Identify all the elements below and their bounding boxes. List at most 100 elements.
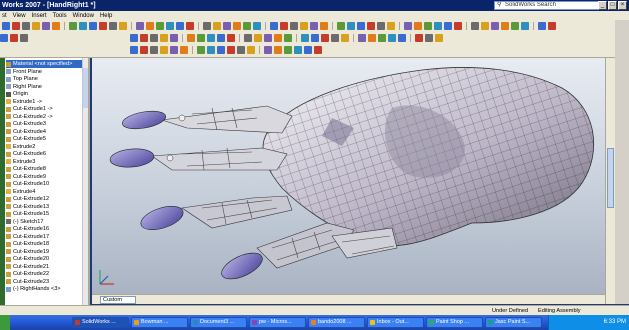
toolbar-button-icon[interactable] xyxy=(160,46,168,54)
hand-model[interactable] xyxy=(92,58,605,294)
toolbar-button-icon[interactable] xyxy=(274,34,282,42)
taskbar-button[interactable]: Jasc Paint S... xyxy=(485,317,542,328)
toolbar-button-icon[interactable] xyxy=(146,22,154,30)
toolbar-button-icon[interactable] xyxy=(223,22,231,30)
toolbar-button-icon[interactable] xyxy=(156,22,164,30)
menu-tools[interactable]: Tools xyxy=(53,12,67,20)
toolbar-button-icon[interactable] xyxy=(0,34,8,42)
toolbar-button-icon[interactable] xyxy=(150,46,158,54)
taskbar-button[interactable]: bando2008 ... xyxy=(308,317,365,328)
toolbar-button-icon[interactable] xyxy=(233,22,241,30)
toolbar-button-icon[interactable] xyxy=(280,22,288,30)
toolbar-button-icon[interactable] xyxy=(434,22,442,30)
toolbar-button-icon[interactable] xyxy=(217,34,225,42)
toolbar-button-icon[interactable] xyxy=(166,22,174,30)
menu-help[interactable]: Help xyxy=(100,12,112,20)
toolbar-button-icon[interactable] xyxy=(207,34,215,42)
toolbar-button-icon[interactable] xyxy=(377,22,385,30)
tree-item[interactable]: (-) RightHands <3> xyxy=(6,285,82,293)
toolbar-button-icon[interactable] xyxy=(130,34,138,42)
menu-edit[interactable]: st xyxy=(2,12,7,20)
toolbar-button-icon[interactable] xyxy=(42,22,50,30)
tree-scroll-thumb[interactable] xyxy=(83,68,88,108)
toolbar-button-icon[interactable] xyxy=(187,34,195,42)
toolbar-button-icon[interactable] xyxy=(548,22,556,30)
toolbar-button-icon[interactable] xyxy=(170,34,178,42)
toolbar-button-icon[interactable] xyxy=(378,34,386,42)
menu-insert[interactable]: Insert xyxy=(32,12,47,20)
toolbar-button-icon[interactable] xyxy=(357,22,365,30)
toolbar-button-icon[interactable] xyxy=(501,22,509,30)
toolbar-button-icon[interactable] xyxy=(22,22,30,30)
minimize-button[interactable]: _ xyxy=(598,1,607,10)
viewport-scrollbar[interactable] xyxy=(605,58,615,304)
toolbar-button-icon[interactable] xyxy=(207,46,215,54)
toolbar-button-icon[interactable] xyxy=(284,34,292,42)
toolbar-button-icon[interactable] xyxy=(244,34,252,42)
toolbar-button-icon[interactable] xyxy=(140,34,148,42)
maximize-button[interactable]: □ xyxy=(608,1,617,10)
toolbar-button-icon[interactable] xyxy=(176,22,184,30)
task-pane-edge[interactable] xyxy=(615,20,629,304)
viewport-scroll-thumb[interactable] xyxy=(607,148,614,208)
toolbar-button-icon[interactable] xyxy=(32,22,40,30)
toolbar-button-icon[interactable] xyxy=(237,46,245,54)
toolbar-button-icon[interactable] xyxy=(398,34,406,42)
toolbar-button-icon[interactable] xyxy=(180,46,188,54)
toolbar-button-icon[interactable] xyxy=(253,22,261,30)
menu-view[interactable]: View xyxy=(13,12,26,20)
toolbar-button-icon[interactable] xyxy=(160,34,168,42)
toolbar-button-icon[interactable] xyxy=(79,22,87,30)
toolbar-button-icon[interactable] xyxy=(341,34,349,42)
toolbar-button-icon[interactable] xyxy=(264,34,272,42)
toolbar-button-icon[interactable] xyxy=(521,22,529,30)
toolbar-button-icon[interactable] xyxy=(511,22,519,30)
toolbar-button-icon[interactable] xyxy=(320,22,328,30)
toolbar-button-icon[interactable] xyxy=(290,22,298,30)
taskbar-button[interactable]: Bowman ... xyxy=(131,317,188,328)
toolbar-button-icon[interactable] xyxy=(247,46,255,54)
toolbar-button-icon[interactable] xyxy=(404,22,412,30)
toolbar-button-icon[interactable] xyxy=(347,22,355,30)
taskbar-button[interactable]: Inbox - Out... xyxy=(367,317,424,328)
toolbar-button-icon[interactable] xyxy=(203,22,211,30)
toolbar-button-icon[interactable] xyxy=(197,46,205,54)
toolbar-button-icon[interactable] xyxy=(69,22,77,30)
toolbar-button-icon[interactable] xyxy=(310,22,318,30)
toolbar-button-icon[interactable] xyxy=(481,22,489,30)
tree-scrollbar[interactable] xyxy=(82,58,88,305)
toolbar-button-icon[interactable] xyxy=(471,22,479,30)
toolbar-button-icon[interactable] xyxy=(300,22,308,30)
toolbar-button-icon[interactable] xyxy=(444,22,452,30)
tab-custom[interactable]: Custom xyxy=(100,296,136,304)
toolbar-button-icon[interactable] xyxy=(197,34,205,42)
toolbar-button-icon[interactable] xyxy=(284,46,292,54)
toolbar-button-icon[interactable] xyxy=(388,34,396,42)
toolbar-button-icon[interactable] xyxy=(52,22,60,30)
toolbar-button-icon[interactable] xyxy=(415,34,423,42)
toolbar-button-icon[interactable] xyxy=(387,22,395,30)
toolbar-button-icon[interactable] xyxy=(227,34,235,42)
toolbar-button-icon[interactable] xyxy=(358,34,366,42)
taskbar-button[interactable]: pw - Micros... xyxy=(249,317,306,328)
toolbar-button-icon[interactable] xyxy=(274,46,282,54)
toolbar-button-icon[interactable] xyxy=(140,46,148,54)
toolbar-button-icon[interactable] xyxy=(254,34,262,42)
toolbar-button-icon[interactable] xyxy=(170,46,178,54)
toolbar-button-icon[interactable] xyxy=(270,22,278,30)
toolbar-button-icon[interactable] xyxy=(10,34,18,42)
toolbar-button-icon[interactable] xyxy=(213,22,221,30)
toolbar-button-icon[interactable] xyxy=(337,22,345,30)
toolbar-button-icon[interactable] xyxy=(217,46,225,54)
toolbar-button-icon[interactable] xyxy=(99,22,107,30)
toolbar-button-icon[interactable] xyxy=(454,22,462,30)
taskbar-button[interactable]: SolidWorks ... xyxy=(72,317,129,328)
taskbar-button[interactable]: Paint Shop ... xyxy=(426,317,483,328)
toolbar-button-icon[interactable] xyxy=(264,46,272,54)
toolbar-button-icon[interactable] xyxy=(538,22,546,30)
toolbar-button-icon[interactable] xyxy=(186,22,194,30)
toolbar-button-icon[interactable] xyxy=(424,22,432,30)
toolbar-button-icon[interactable] xyxy=(414,22,422,30)
toolbar-button-icon[interactable] xyxy=(130,46,138,54)
menu-window[interactable]: Window xyxy=(73,12,94,20)
